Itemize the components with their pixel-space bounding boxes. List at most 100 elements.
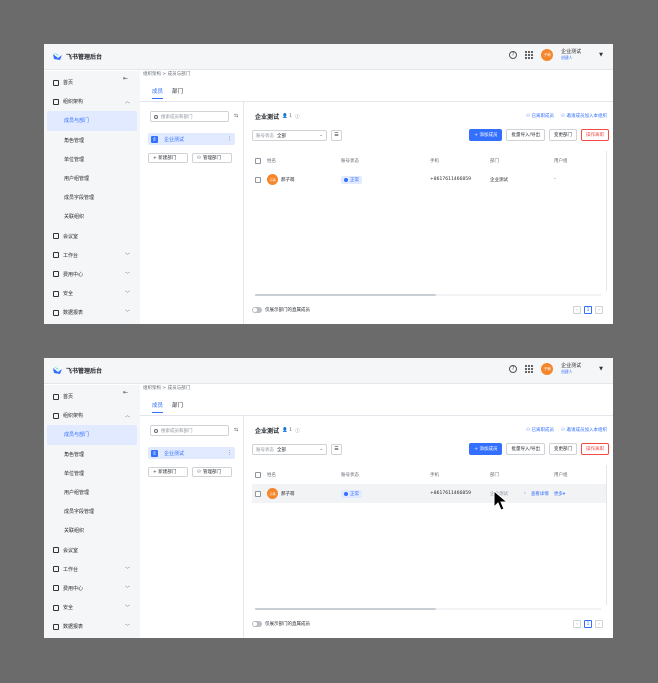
more-icon[interactable]: ⋮ <box>227 450 232 456</box>
member-name[interactable]: 郝子萌 <box>281 491 295 497</box>
chevron-down-icon[interactable]: ▼ <box>599 52 603 58</box>
prev-page-icon[interactable]: ‹ <box>573 620 581 628</box>
meeting-room-icon <box>53 233 59 240</box>
next-page-icon[interactable]: › <box>595 620 603 628</box>
table-row[interactable]: 子萌 郝子萌 正常 +8617611466859 企业测试 - <box>252 170 607 189</box>
add-member-button[interactable]: + 添加成员 <box>469 443 503 455</box>
change-dept-button[interactable]: 变更部门 <box>549 443 577 455</box>
view-detail-link[interactable]: 查看详情 <box>531 491 549 497</box>
resign-button[interactable]: 操作离职 <box>581 129 609 141</box>
sidebar-item-billing[interactable]: 费用中心 ﹀ <box>44 579 140 598</box>
billing-icon <box>53 271 59 278</box>
sidebar-item-security[interactable]: 安全 ﹀ <box>44 284 140 303</box>
sidebar-item-member-fields[interactable]: 成员字段管理 <box>44 188 140 207</box>
sidebar-item-security[interactable]: 安全 ﹀ <box>44 598 140 617</box>
sidebar-item-label: 关联组织 <box>64 214 85 221</box>
h-scrollbar[interactable] <box>255 294 436 296</box>
change-dept-button[interactable]: 变更部门 <box>549 129 577 141</box>
avatar[interactable]: 子萌 <box>541 49 554 61</box>
info-icon[interactable]: ⓘ <box>295 114 300 120</box>
invite-members-link[interactable]: ⚇ 邀请成员加入本组织 <box>561 427 607 433</box>
sidebar-item-roles[interactable]: 角色管理 <box>44 445 140 464</box>
select-all-checkbox[interactable] <box>255 471 261 478</box>
org-switcher[interactable]: 企业测试 创建人 <box>561 49 581 61</box>
sidebar-item-org[interactable]: 组织架构 ︿ <box>44 92 140 111</box>
row-checkbox[interactable] <box>255 490 261 497</box>
sidebar-item-units[interactable]: 单位管理 <box>44 150 140 169</box>
search-input[interactable]: 搜索成员和部门 <box>150 111 229 122</box>
help-icon[interactable]: ? <box>509 365 518 373</box>
tree-item-company[interactable]: 企 企业测试 ⋮ <box>148 133 235 145</box>
batch-import-button[interactable]: 批量导入/导出 <box>506 129 545 141</box>
list-settings-icon[interactable]: ☰ <box>331 130 342 141</box>
filter-icon[interactable]: ⇆ <box>234 427 238 433</box>
toggle-switch[interactable] <box>252 621 262 627</box>
info-icon[interactable]: ⓘ <box>295 428 300 434</box>
sidebar-item-billing[interactable]: 费用中心 ﹀ <box>44 265 140 284</box>
breadcrumb-parent[interactable]: 组织架构 <box>143 72 161 77</box>
h-scrollbar[interactable] <box>255 608 436 610</box>
direct-members-toggle[interactable]: 仅展示部门的直属成员 <box>252 621 310 627</box>
account-status-select[interactable]: 账号状态 全部 ⌄ <box>252 444 327 455</box>
account-status-select[interactable]: 账号状态 全部 ⌄ <box>252 130 327 141</box>
sidebar-item-linked-orgs[interactable]: 关联组织 <box>44 207 140 226</box>
prev-page-icon[interactable]: ‹ <box>573 306 581 314</box>
app-grid-icon[interactable] <box>525 365 534 373</box>
resign-button[interactable]: 操作离职 <box>581 443 609 455</box>
avatar[interactable]: 子萌 <box>541 363 554 375</box>
sidebar-item-workplace[interactable]: 工作台 ﹀ <box>44 560 140 579</box>
sidebar-item-meeting-room[interactable]: 会议室 <box>44 227 140 246</box>
page-number[interactable]: 1 <box>584 620 592 628</box>
select-all-checkbox[interactable] <box>255 157 261 164</box>
tab-members[interactable]: 成员 <box>152 401 164 413</box>
sidebar-item-workplace[interactable]: 工作台 ﹀ <box>44 246 140 265</box>
add-member-button[interactable]: + 添加成员 <box>469 129 503 141</box>
breadcrumb-parent[interactable]: 组织架构 <box>143 386 161 391</box>
batch-import-button[interactable]: 批量导入/导出 <box>506 443 545 455</box>
org-switcher[interactable]: 企业测试 创建人 <box>561 363 581 375</box>
table-row[interactable]: 子萌 郝子萌 正常 +8617611466859 企业测试 › 查看详情 更多▾ <box>252 484 607 503</box>
invite-members-link[interactable]: ⚇ 邀请成员加入本组织 <box>561 113 607 119</box>
sidebar-item-members[interactable]: 成员与部门 <box>47 425 137 445</box>
direct-members-toggle[interactable]: 仅展示部门的直属成员 <box>252 307 310 313</box>
member-table: 姓名 账号状态 手机 部门 用户组 子萌 郝子萌 正常 +861761146685… <box>252 151 607 189</box>
manage-dept-button[interactable]: ⚇ 管理部门 <box>192 467 232 477</box>
more-icon[interactable]: ⋮ <box>227 136 232 142</box>
new-dept-button[interactable]: + 新建部门 <box>148 153 188 163</box>
tab-departments[interactable]: 部门 <box>172 87 183 99</box>
sidebar-item-meeting-room[interactable]: 会议室 <box>44 541 140 560</box>
new-dept-label: + 新建部门 <box>153 470 177 475</box>
tab-members[interactable]: 成员 <box>152 87 164 99</box>
list-settings-icon[interactable]: ☰ <box>331 444 342 455</box>
row-checkbox[interactable] <box>255 176 261 183</box>
sidebar-item-units[interactable]: 单位管理 <box>44 464 140 483</box>
sidebar-item-member-fields[interactable]: 成员字段管理 <box>44 502 140 521</box>
sidebar-item-home[interactable]: 首页 <box>44 73 140 92</box>
sidebar-item-reports[interactable]: 数据报表 ﹀ <box>44 617 140 636</box>
toggle-switch[interactable] <box>252 307 262 313</box>
sidebar-item-home[interactable]: 首页 <box>44 387 140 406</box>
page-number[interactable]: 1 <box>584 306 592 314</box>
help-icon[interactable]: ? <box>509 51 518 59</box>
member-name[interactable]: 郝子萌 <box>281 177 295 183</box>
sidebar-item-linked-orgs[interactable]: 关联组织 <box>44 521 140 540</box>
chevron-right-icon[interactable]: › <box>524 491 526 496</box>
sidebar-item-members[interactable]: 成员与部门 <box>47 111 137 131</box>
next-page-icon[interactable]: › <box>595 306 603 314</box>
filter-icon[interactable]: ⇆ <box>234 113 238 119</box>
manage-dept-button[interactable]: ⚇ 管理部门 <box>192 153 232 163</box>
resigned-members-link[interactable]: ⚇ 已离职成员 <box>526 113 554 119</box>
search-input[interactable]: 搜索成员和部门 <box>150 425 229 436</box>
chevron-down-icon[interactable]: ▼ <box>599 366 603 372</box>
tab-departments[interactable]: 部门 <box>172 401 183 413</box>
sidebar-item-usergroups[interactable]: 用户组管理 <box>44 169 140 188</box>
new-dept-button[interactable]: + 新建部门 <box>148 467 188 477</box>
sidebar-item-reports[interactable]: 数据报表 ﹀ <box>44 303 140 322</box>
resigned-members-link[interactable]: ⚇ 已离职成员 <box>526 427 554 433</box>
sidebar-item-roles[interactable]: 角色管理 <box>44 131 140 150</box>
sidebar-item-usergroups[interactable]: 用户组管理 <box>44 483 140 502</box>
tree-item-company[interactable]: 企 企业测试 ⋮ <box>148 447 235 459</box>
sidebar-item-org[interactable]: 组织架构 ︿ <box>44 406 140 425</box>
more-dropdown[interactable]: 更多▾ <box>554 491 565 497</box>
app-grid-icon[interactable] <box>525 51 534 59</box>
